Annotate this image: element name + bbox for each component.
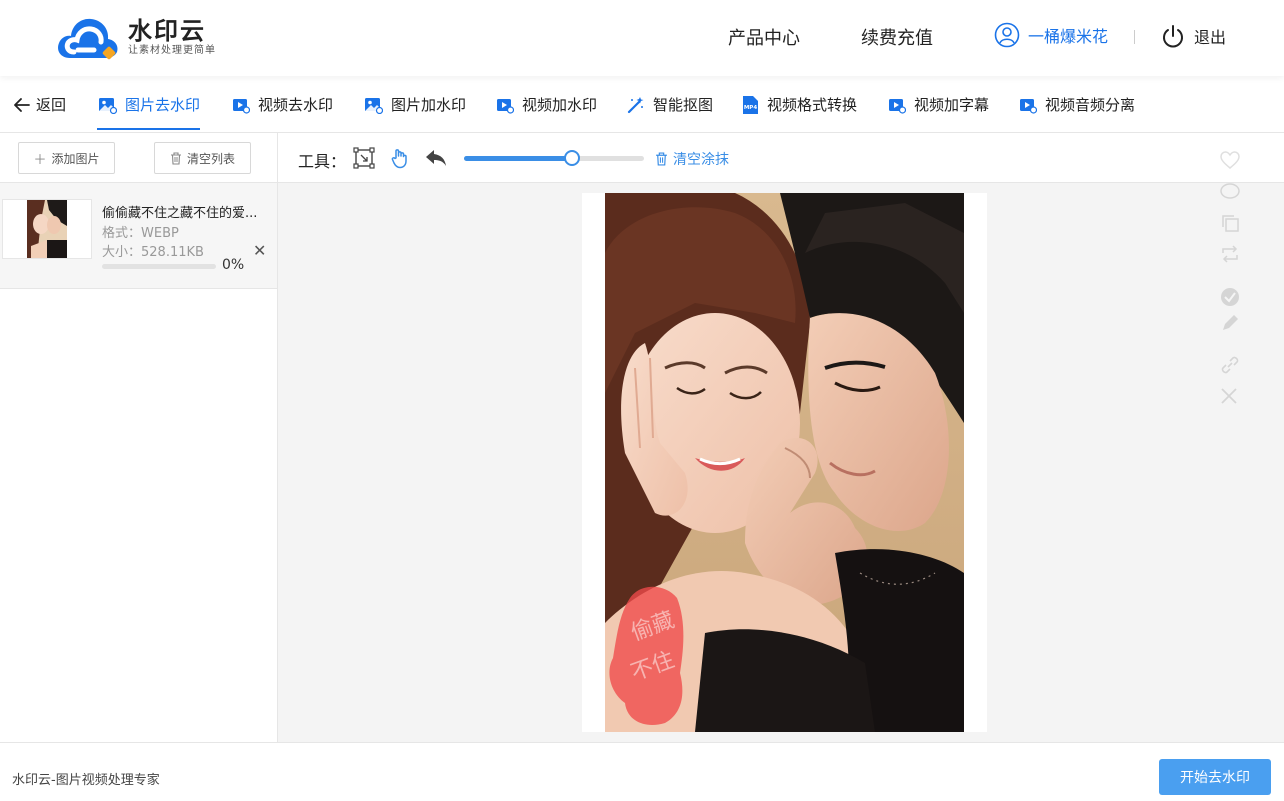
svg-text:MP4: MP4 — [744, 105, 758, 111]
tab-label: 智能抠图 — [653, 96, 714, 114]
cloud-logo-icon — [58, 18, 118, 60]
user-icon — [994, 22, 1020, 48]
brush-size-thumb[interactable] — [564, 150, 580, 166]
file-list-item[interactable]: 偷偷藏不住之藏不住的爱... 格式：WEBP 大小：528.11KB ✕ 0% — [0, 183, 277, 289]
logout-label: 退出 — [1194, 28, 1227, 47]
tab-label: 视频加水印 — [522, 96, 598, 114]
username: 一桶爆米花 — [1028, 27, 1109, 46]
clear-list-button[interactable]: 清空列表 — [154, 142, 251, 174]
back-button[interactable]: 返回 — [14, 94, 66, 115]
pencil-icon[interactable] — [1220, 313, 1240, 337]
video-add-icon — [497, 98, 514, 114]
file-list-toolbar: ＋ 添加图片 清空列表 — [0, 133, 277, 183]
top-header: 水印云 让素材处理更简单 产品中心 续费充值 一桶爆米花 退出 — [0, 0, 1284, 76]
mp4-icon: MP4 — [743, 95, 758, 114]
image-add-icon — [365, 97, 383, 114]
tab-image-remove-watermark[interactable]: 图片去水印 — [98, 94, 200, 115]
tab-video-add-watermark[interactable]: 视频加水印 — [496, 94, 597, 115]
brush-size-slider[interactable] — [464, 150, 644, 166]
nav-renew-recharge[interactable]: 续费充值 — [861, 24, 933, 50]
file-list-panel: ＋ 添加图片 清空列表 偷偷藏不住之藏不住的爱... 格式：WEBP 大小：52… — [0, 133, 278, 742]
photo-thumbnail — [27, 200, 67, 258]
logout-button[interactable]: 退出 — [1162, 24, 1226, 48]
feature-tabs: 返回 图片去水印 视频去水印 图片加水印 视频加水印 智能抠图 MP4 视频格式… — [0, 76, 1284, 133]
tab-video-subtitle[interactable]: 视频加字幕 — [888, 94, 989, 115]
video-subtitle-icon — [889, 98, 906, 114]
file-progress-bar — [102, 264, 216, 269]
nav-product-center[interactable]: 产品中心 — [728, 24, 800, 50]
user-account[interactable]: 一桶爆米花 — [994, 22, 1108, 48]
undo-icon[interactable] — [425, 148, 447, 172]
trash-icon — [656, 152, 667, 166]
footer-brand-text: 水印云-图片视频处理专家 — [12, 773, 160, 788]
heart-icon[interactable] — [1220, 151, 1240, 173]
tab-video-remove-watermark[interactable]: 视频去水印 — [232, 94, 333, 115]
clear-list-label: 清空列表 — [186, 151, 235, 166]
active-tab-indicator — [97, 128, 200, 130]
tab-video-format-convert[interactable]: MP4 视频格式转换 — [742, 94, 857, 115]
image-remove-icon — [99, 97, 117, 114]
remove-file-icon[interactable]: ✕ — [253, 243, 266, 259]
tab-label: 图片去水印 — [125, 96, 201, 114]
trash-icon — [170, 151, 181, 165]
image-canvas[interactable]: 偷藏 不住 — [582, 193, 987, 732]
brush-size-fill — [464, 156, 572, 161]
editor-toolbar: 工具： 清空涂抹 — [278, 133, 1284, 183]
photo-preview[interactable]: 偷藏 不住 — [605, 193, 964, 732]
check-circle-icon[interactable] — [1220, 287, 1240, 311]
file-format: 格式：WEBP — [102, 226, 179, 241]
file-name: 偷偷藏不住之藏不住的爱... — [102, 206, 258, 221]
tab-video-audio-split[interactable]: 视频音频分离 — [1019, 94, 1135, 115]
tab-label: 图片加水印 — [391, 96, 467, 114]
link-icon[interactable] — [1220, 355, 1240, 379]
comment-icon[interactable] — [1220, 183, 1240, 205]
tools-label: 工具： — [298, 152, 347, 171]
floating-toolbar — [1208, 145, 1254, 425]
brand-logo[interactable]: 水印云 让素材处理更简单 — [56, 14, 216, 62]
bottom-footer: 水印云-图片视频处理专家 开始去水印 — [0, 742, 1284, 801]
brand-name: 水印云 — [128, 17, 206, 45]
tab-label: 视频格式转换 — [767, 96, 858, 114]
file-progress-text: 0% — [222, 257, 245, 273]
magic-wand-icon — [627, 96, 644, 113]
editor-area: 工具： 清空涂抹 偷藏 不住 — [278, 133, 1284, 742]
copy-icon[interactable] — [1220, 213, 1240, 237]
video-audio-icon — [1020, 98, 1037, 114]
plus-icon: ＋ — [33, 152, 47, 168]
power-icon — [1163, 25, 1183, 48]
video-remove-icon — [233, 98, 250, 114]
clear-paint-button[interactable]: 清空涂抹 — [655, 149, 729, 169]
couple-photo-illustration: 偷藏 不住 — [605, 193, 964, 732]
tab-label: 视频去水印 — [258, 96, 334, 114]
file-size: 大小：528.11KB — [102, 245, 204, 260]
back-label: 返回 — [36, 96, 67, 114]
header-divider — [1134, 30, 1135, 44]
arrow-left-icon — [14, 97, 30, 112]
tab-image-add-watermark[interactable]: 图片加水印 — [364, 94, 466, 115]
repeat-icon[interactable] — [1220, 245, 1240, 267]
tab-label: 视频音频分离 — [1045, 96, 1136, 114]
add-image-button[interactable]: ＋ 添加图片 — [18, 142, 115, 174]
select-box-icon[interactable] — [353, 147, 375, 173]
close-icon[interactable] — [1220, 387, 1238, 409]
add-image-label: 添加图片 — [51, 151, 100, 166]
tab-smart-cutout[interactable]: 智能抠图 — [627, 94, 713, 115]
hand-brush-icon[interactable] — [389, 147, 411, 173]
tab-label: 视频加字幕 — [914, 96, 990, 114]
brand-slogan: 让素材处理更简单 — [128, 45, 216, 56]
clear-paint-label: 清空涂抹 — [673, 152, 729, 168]
file-thumbnail — [2, 199, 92, 259]
start-remove-watermark-button[interactable]: 开始去水印 — [1159, 759, 1271, 795]
